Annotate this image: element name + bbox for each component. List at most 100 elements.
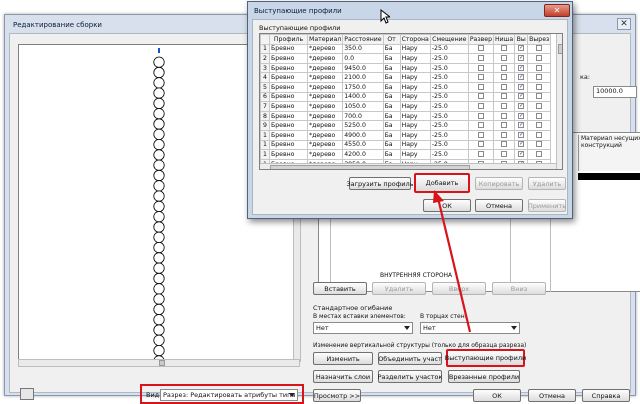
checkbox-checked[interactable]: ✓ — [518, 54, 525, 61]
grid-vertical-scrollbar[interactable] — [556, 34, 562, 169]
table-row[interactable]: 5 Бревно *дерево 1750.0 Ба Нару -25.0 ✓ — [260, 81, 552, 93]
checkbox-checked[interactable]: ✓ — [518, 64, 525, 71]
column-header[interactable] — [260, 34, 270, 45]
checkbox[interactable] — [501, 102, 508, 109]
table-row[interactable]: 2 Бревно *дерево 0.0 Ба Нару -25.0 ✓ — [260, 53, 552, 64]
cell-offset[interactable]: -25.0 — [429, 81, 469, 93]
cell-profile[interactable]: Бревно — [269, 149, 308, 160]
cell-profile[interactable]: Бревно — [269, 120, 308, 131]
checkbox-checked[interactable]: ✓ — [518, 112, 525, 119]
table-row[interactable]: 1 Бревно *дерево 350.0 Ба Нару -25.0 ✓ — [260, 43, 552, 55]
cell-profile[interactable]: Бревно — [269, 53, 308, 64]
cell-material[interactable]: *дерево — [306, 149, 344, 160]
checkbox-checked[interactable]: ✓ — [518, 83, 525, 90]
checkbox[interactable] — [477, 64, 484, 71]
cell-material[interactable]: *дерево — [306, 72, 344, 83]
table-row[interactable]: 1 Бревно *дерево 4900.0 Ба Нару -25.0 ✓ — [260, 129, 552, 141]
cell-material[interactable]: *дерево — [306, 101, 344, 112]
checkbox[interactable] — [477, 93, 484, 100]
checkbox[interactable] — [501, 131, 508, 138]
column-header[interactable]: Сторона — [399, 34, 431, 45]
cell-offset[interactable]: -25.0 — [429, 149, 469, 160]
cell-distance[interactable]: 0.0 — [342, 53, 384, 64]
cell-from[interactable]: Ба — [382, 91, 401, 103]
cell-from[interactable]: Ба — [382, 129, 401, 141]
cell-material[interactable]: *дерево — [306, 43, 344, 55]
cell-profile[interactable]: Бревно — [269, 43, 308, 55]
column-header[interactable]: Вы — [514, 34, 529, 45]
cell-material[interactable]: *дерево — [306, 53, 344, 64]
preview-horizontal-scrollbar[interactable] — [18, 359, 300, 367]
checkbox-checked[interactable]: ✓ — [518, 150, 525, 157]
sweeps-table[interactable]: Профиль Материал Расстояние От Сторона Смещен… — [260, 34, 552, 169]
sweeps-button[interactable]: Выступающие профили — [445, 349, 526, 367]
checkbox[interactable] — [477, 102, 484, 109]
help-button[interactable]: Справка — [582, 389, 630, 402]
cell-material[interactable]: *дерево — [306, 62, 344, 74]
split-region-button[interactable]: Разделить участок — [378, 370, 442, 383]
checkbox[interactable] — [536, 93, 543, 100]
table-row[interactable]: 8 Бревно *дерево 700.0 Ба Нару -25.0 ✓ — [260, 110, 552, 122]
delete-layer-button[interactable]: Удалить — [372, 282, 426, 295]
cell-offset[interactable]: -25.0 — [429, 139, 469, 151]
column-header[interactable]: Смещение — [429, 34, 469, 45]
checkbox[interactable] — [477, 141, 484, 148]
table-row[interactable]: 9 Бревно *дерево 5250.0 Ба Нару -25.0 ✓ — [260, 120, 552, 131]
checkbox[interactable] — [501, 122, 508, 129]
cell-side[interactable]: Нару — [399, 149, 431, 160]
move-up-button[interactable]: Вверх — [432, 282, 486, 295]
cell-offset[interactable]: -25.0 — [429, 53, 469, 64]
assign-layers-button[interactable]: Назначить слои — [313, 370, 373, 383]
checkbox[interactable] — [477, 150, 484, 157]
table-row[interactable]: 6 Бревно *дерево 1400.0 Ба Нару -25.0 ✓ — [260, 91, 552, 103]
checkbox-checked[interactable]: ✓ — [518, 122, 525, 129]
checkbox[interactable] — [501, 83, 508, 90]
zoom-icon[interactable] — [20, 388, 34, 400]
column-header[interactable]: Материал — [306, 34, 344, 45]
checkbox[interactable] — [501, 112, 508, 119]
checkbox-checked[interactable]: ✓ — [518, 74, 525, 81]
dialog-ok-button[interactable]: ОК — [423, 199, 471, 212]
cell-offset[interactable]: -25.0 — [429, 120, 469, 131]
checkbox[interactable] — [477, 131, 484, 138]
cell-distance[interactable]: 9450.0 — [342, 62, 384, 74]
cell-from[interactable]: Ба — [382, 101, 401, 112]
cell-distance[interactable]: 350.0 — [342, 43, 384, 55]
grid-horizontal-scrollbar[interactable] — [260, 163, 556, 169]
table-row[interactable]: 4 Бревно *дерево 2100.0 Ба Нару -25.0 ✓ — [260, 72, 552, 83]
cell-distance[interactable]: 2100.0 — [342, 72, 384, 83]
checkbox[interactable] — [501, 141, 508, 148]
checkbox[interactable] — [501, 93, 508, 100]
cell-profile[interactable]: Бревно — [269, 110, 308, 122]
checkbox[interactable] — [536, 64, 543, 71]
cell-side[interactable]: Нару — [399, 72, 431, 83]
column-header[interactable]: Ниша — [493, 34, 516, 45]
checkbox[interactable] — [501, 74, 508, 81]
cell-side[interactable]: Нару — [399, 139, 431, 151]
cell-side[interactable]: Нару — [399, 101, 431, 112]
cell-distance[interactable]: 4550.0 — [342, 139, 384, 151]
cell-offset[interactable]: -25.0 — [429, 72, 469, 83]
cell-profile[interactable]: Бревно — [269, 72, 308, 83]
cell-side[interactable]: Нару — [399, 62, 431, 74]
delete-button[interactable]: Удалить — [528, 177, 566, 190]
table-row[interactable]: 3 Бревно *дерево 9450.0 Ба Нару -25.0 ✓ — [260, 62, 552, 74]
checkbox[interactable] — [501, 54, 508, 61]
checkbox[interactable] — [536, 83, 543, 90]
checkbox-checked[interactable]: ✓ — [518, 45, 525, 52]
cell-material[interactable]: *дерево — [306, 81, 344, 93]
cancel-button[interactable]: Отмена — [528, 389, 576, 402]
checkbox[interactable] — [536, 102, 543, 109]
cell-from[interactable]: Ба — [382, 110, 401, 122]
ok-button[interactable]: ОК — [473, 389, 521, 402]
checkbox-checked[interactable]: ✓ — [518, 141, 525, 148]
cell-profile[interactable]: Бревно — [269, 62, 308, 74]
cell-offset[interactable]: -25.0 — [429, 43, 469, 55]
scroll-thumb[interactable] — [159, 360, 165, 366]
cell-distance[interactable]: 1750.0 — [342, 81, 384, 93]
cell-offset[interactable]: -25.0 — [429, 110, 469, 122]
cell-from[interactable]: Ба — [382, 72, 401, 83]
column-header[interactable]: Развер — [467, 34, 495, 45]
load-profile-button[interactable]: Загрузить профиль — [346, 177, 414, 190]
checkbox[interactable] — [477, 74, 484, 81]
